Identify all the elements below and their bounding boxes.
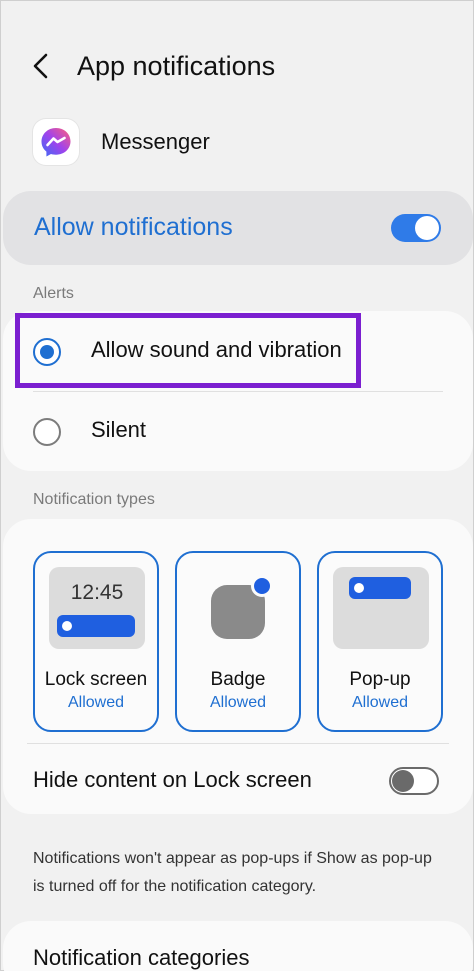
badge-dot (251, 575, 273, 597)
hide-content-row[interactable]: Hide content on Lock screen (3, 751, 473, 811)
tile-status: Allowed (67, 694, 125, 711)
alerts-card: Allow sound and vibration Silent (3, 311, 473, 471)
page-title: App notifications (77, 51, 276, 81)
preview-popup-bar (349, 577, 411, 599)
app-info-row: Messenger (33, 119, 433, 165)
hide-content-label: Hide content on Lock screen (33, 767, 312, 792)
divider (27, 743, 449, 744)
preview-time: 12:45 (70, 581, 124, 604)
tile-name: Badge (210, 669, 266, 690)
popup-tile[interactable]: Pop-up Allowed (317, 551, 443, 732)
messenger-icon (33, 119, 79, 165)
radio-silent[interactable]: Silent (3, 391, 473, 471)
allow-notifications-label: Allow notifications (34, 213, 233, 241)
radio-label: Silent (91, 417, 147, 442)
radio-button-checked[interactable] (33, 338, 61, 366)
tile-name: Pop-up (349, 669, 411, 690)
tile-status: Allowed (209, 694, 267, 711)
popup-preview-icon (333, 567, 429, 649)
radio-label: Allow sound and vibration (91, 337, 342, 362)
toggle-knob (392, 770, 414, 792)
tile-name: Lock screen (44, 669, 148, 690)
toggle-knob (415, 216, 439, 240)
hide-content-toggle[interactable] (389, 767, 439, 795)
preview-notification-bar (57, 615, 135, 637)
notification-types-section-label: Notification types (33, 491, 155, 508)
notification-types-card: 12:45 Lock screen Allowed Badge Allowed … (3, 519, 473, 814)
top-app-bar: App notifications (1, 31, 473, 101)
radio-button-unchecked[interactable] (33, 418, 61, 446)
back-button[interactable] (27, 49, 57, 83)
tile-status: Allowed (351, 694, 409, 711)
notification-categories-label: Notification categories (33, 945, 250, 970)
info-text: Notifications won't appear as pop-ups if… (33, 850, 432, 895)
lock-screen-tile[interactable]: 12:45 Lock screen Allowed (33, 551, 159, 732)
allow-notifications-toggle[interactable] (391, 214, 441, 242)
lock-screen-preview-icon: 12:45 (49, 567, 145, 649)
alerts-section-label: Alerts (33, 285, 74, 302)
badge-preview-icon (191, 567, 287, 649)
allow-notifications-row[interactable]: Allow notifications (3, 191, 473, 265)
notification-categories-row[interactable]: Notification categories (3, 921, 473, 971)
back-arrow-icon (33, 53, 48, 79)
badge-tile[interactable]: Badge Allowed (175, 551, 301, 732)
radio-allow-sound-vibration[interactable]: Allow sound and vibration (3, 311, 473, 391)
app-name: Messenger (101, 129, 210, 154)
